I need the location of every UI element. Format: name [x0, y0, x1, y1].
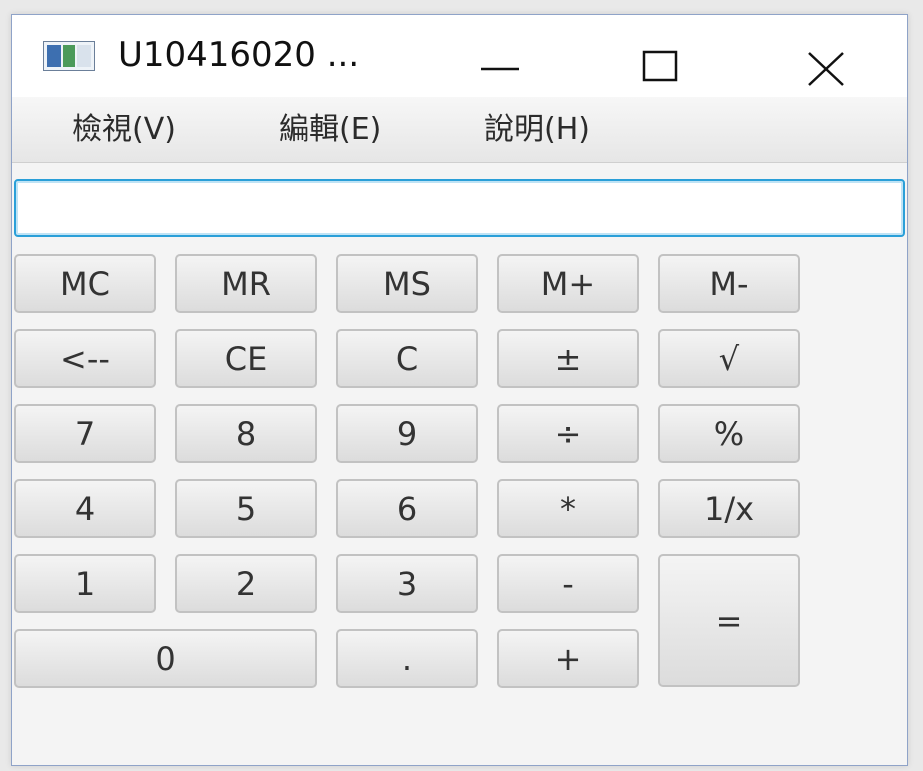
calculator-window: U10416020 ... 檢視(V) 編輯(E) 說明(H) MC MR MS… [11, 14, 908, 766]
menu-bar: 檢視(V) 編輯(E) 說明(H) [12, 97, 907, 163]
digit-6-button[interactable]: 6 [336, 479, 478, 538]
minimize-icon [481, 67, 519, 71]
memory-add-button[interactable]: M+ [497, 254, 639, 313]
digit-9-button[interactable]: 9 [336, 404, 478, 463]
digit-8-button[interactable]: 8 [175, 404, 317, 463]
title-bar[interactable]: U10416020 ... [12, 15, 907, 97]
equals-button[interactable]: = [658, 554, 800, 687]
digit-2-button[interactable]: 2 [175, 554, 317, 613]
menu-help[interactable]: 說明(H) [484, 107, 590, 153]
decimal-point-button[interactable]: . [336, 629, 478, 688]
backspace-button[interactable]: <-- [14, 329, 156, 388]
divide-button[interactable]: ÷ [497, 404, 639, 463]
maximize-button[interactable] [605, 27, 715, 87]
digit-0-button[interactable]: 0 [14, 629, 317, 688]
square-root-button[interactable]: √ [658, 329, 800, 388]
display-field[interactable] [14, 179, 905, 237]
close-icon [808, 52, 844, 86]
digit-1-button[interactable]: 1 [14, 554, 156, 613]
minimize-button[interactable] [445, 27, 555, 87]
window-title: U10416020 ... [118, 35, 360, 75]
plus-minus-button[interactable]: ± [497, 329, 639, 388]
menu-view[interactable]: 檢視(V) [72, 107, 176, 153]
maximize-icon [642, 50, 678, 82]
multiply-button[interactable]: * [497, 479, 639, 538]
memory-subtract-button[interactable]: M- [658, 254, 800, 313]
menu-edit[interactable]: 編輯(E) [279, 107, 381, 153]
memory-store-button[interactable]: MS [336, 254, 478, 313]
clear-entry-button[interactable]: CE [175, 329, 317, 388]
plus-button[interactable]: + [497, 629, 639, 688]
digit-4-button[interactable]: 4 [14, 479, 156, 538]
reciprocal-button[interactable]: 1/x [658, 479, 800, 538]
percent-button[interactable]: % [658, 404, 800, 463]
clear-button[interactable]: C [336, 329, 478, 388]
digit-5-button[interactable]: 5 [175, 479, 317, 538]
memory-recall-button[interactable]: MR [175, 254, 317, 313]
app-icon [43, 41, 95, 71]
memory-clear-button[interactable]: MC [14, 254, 156, 313]
minus-button[interactable]: - [497, 554, 639, 613]
digit-7-button[interactable]: 7 [14, 404, 156, 463]
close-button[interactable] [771, 27, 881, 87]
digit-3-button[interactable]: 3 [336, 554, 478, 613]
